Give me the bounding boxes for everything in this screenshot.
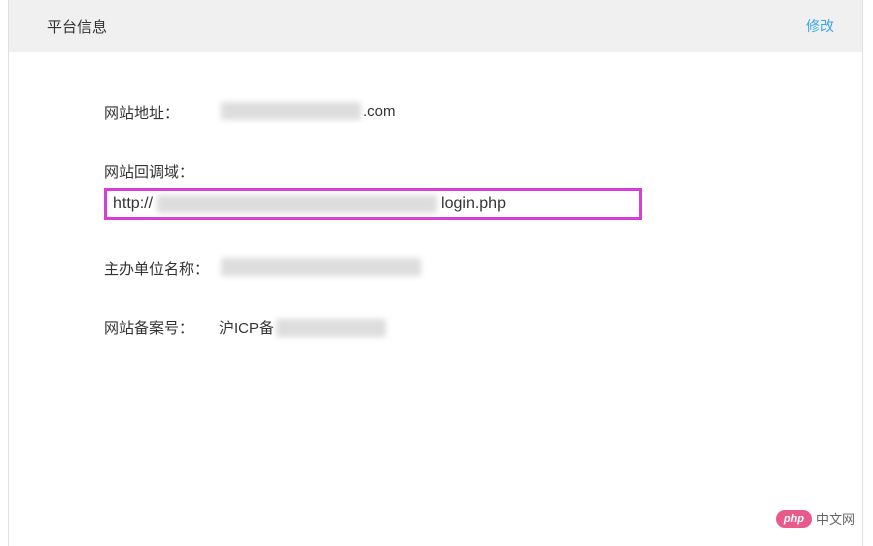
website-url-suffix: .com [363,103,396,120]
icp-row: 网站备案号： 沪ICP备 [104,317,862,338]
edit-link[interactable]: 修改 [806,16,834,36]
redacted-block [221,258,421,276]
icp-value: 沪ICP备 [219,317,388,338]
website-url-row: 网站地址： .com [104,102,862,123]
watermark-text: 中文网 [816,509,855,528]
callback-domain-label: 网站回调域： [104,161,862,182]
organizer-label: 主办单位名称： [104,258,219,279]
callback-url-prefix: http:// [113,195,153,213]
organizer-row: 主办单位名称： [104,258,862,279]
redacted-block [157,195,437,213]
website-url-label: 网站地址： [104,102,219,123]
icp-prefix: 沪ICP备 [219,317,274,338]
icp-label: 网站备案号： [104,317,219,338]
panel-content: 网站地址： .com 网站回调域： http:// login.php 主办单位… [9,52,862,338]
platform-info-panel: 平台信息 修改 网站地址： .com 网站回调域： http:// login.… [8,0,863,546]
panel-header: 平台信息 修改 [9,0,862,52]
organizer-value [219,258,423,276]
redacted-block [221,102,361,120]
callback-domain-highlight: http:// login.php [104,188,642,220]
callback-domain-row: 网站回调域： http:// login.php [104,161,862,220]
redacted-block [276,319,386,337]
website-url-value: .com [219,102,396,120]
watermark: php 中文网 [776,509,855,528]
callback-url-suffix: login.php [441,195,506,213]
watermark-badge: php [776,510,812,528]
panel-title: 平台信息 [47,16,107,37]
